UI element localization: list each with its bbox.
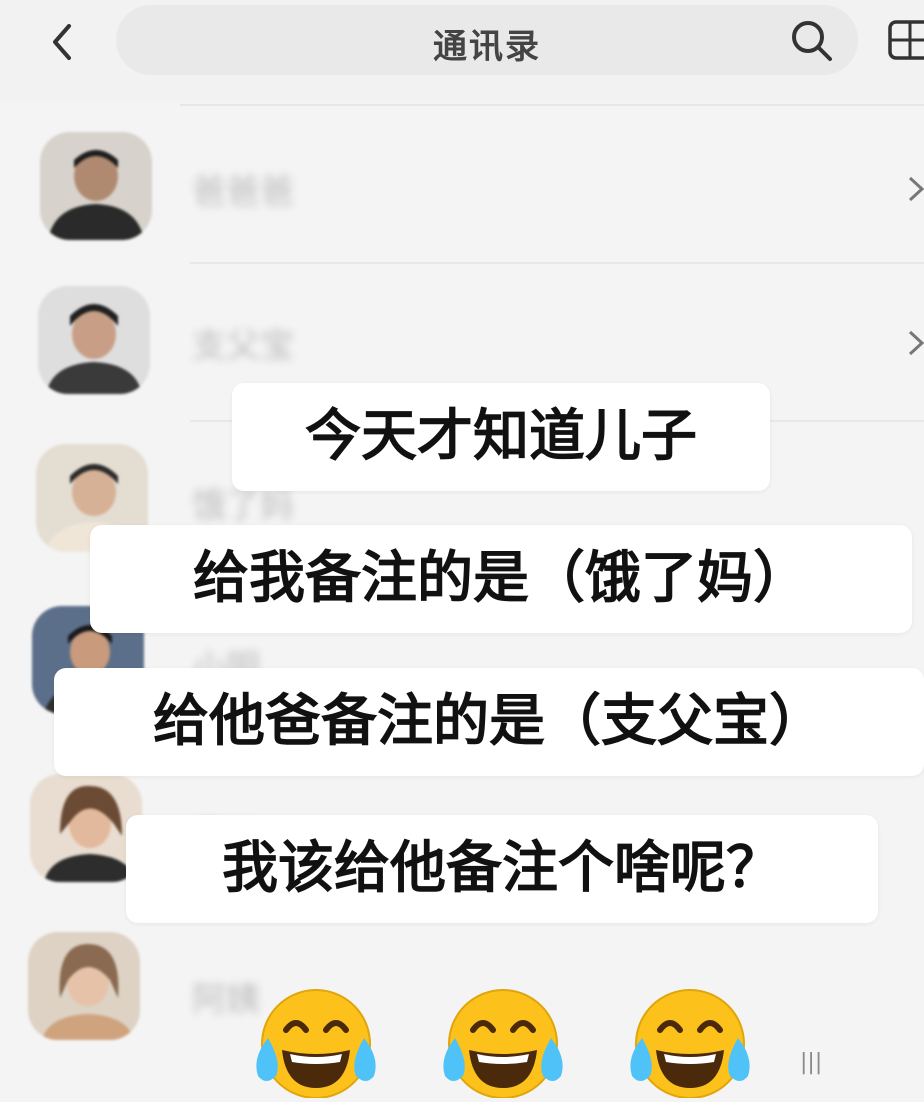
top-bar: 通讯录	[0, 0, 924, 100]
chevron-left-icon	[53, 24, 71, 60]
contact-row[interactable]: 爸爸爸	[0, 120, 924, 260]
caption-line-1: 今天才知道儿子	[232, 383, 770, 491]
tears-of-joy-emoji-icon	[624, 980, 756, 1099]
title-pill: 通讯录	[116, 5, 858, 75]
caption-line-3: 给他爸备注的是（支父宝）	[54, 668, 924, 776]
contact-name: 爸爸爸	[192, 172, 294, 212]
avatar	[38, 286, 150, 394]
watermark: |||	[800, 1050, 823, 1075]
caption-line-4: 我该给他备注个啥呢？	[126, 815, 878, 923]
header-divider	[180, 104, 924, 106]
page-title: 通讯录	[433, 27, 541, 67]
tears-of-joy-emoji-icon	[437, 980, 569, 1099]
search-icon[interactable]	[788, 17, 836, 65]
tears-of-joy-emoji-icon	[250, 980, 382, 1099]
avatar	[28, 932, 140, 1040]
avatar	[40, 132, 152, 240]
chevron-right-icon	[908, 330, 924, 356]
grid-icon[interactable]	[880, 18, 924, 62]
back-button[interactable]	[40, 20, 84, 64]
caption-line-2: 给我备注的是（饿了妈）	[90, 525, 912, 633]
contact-name: 支父宝	[192, 326, 294, 366]
row-divider	[190, 262, 924, 264]
chevron-right-icon	[908, 176, 924, 202]
